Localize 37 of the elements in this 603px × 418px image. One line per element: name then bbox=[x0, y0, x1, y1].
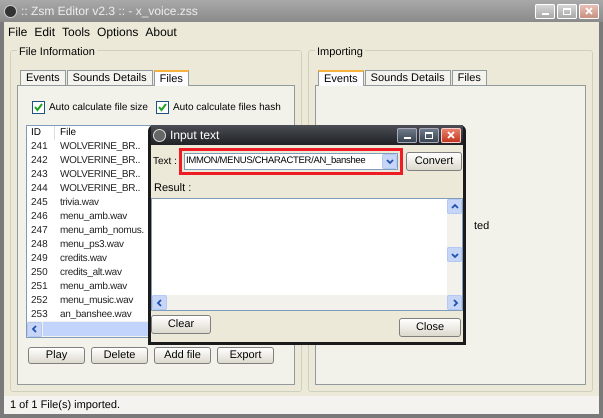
checkbox-label: Auto calculate files hash bbox=[172, 101, 281, 115]
table-cell-text: 246 bbox=[30, 210, 49, 224]
table-cell-text: 245 bbox=[30, 196, 49, 210]
table-cell-text: 241 bbox=[30, 140, 49, 154]
table-cell-text: 250 bbox=[30, 266, 49, 280]
table-cell-text: 251 bbox=[30, 280, 49, 294]
result-label: Result : bbox=[153, 181, 192, 196]
table-cell: WOLVERINE_BR.. bbox=[60, 140, 140, 154]
checkbox-label: Auto calculate file size bbox=[49, 101, 148, 115]
table-cell: credits.wav bbox=[60, 252, 107, 266]
table-cell-text: 253 bbox=[30, 308, 49, 321]
table-cell: menu_amb_nomus. bbox=[60, 224, 144, 238]
table-cell: menu_amb.wav bbox=[60, 280, 127, 294]
table-cell-text: 247 bbox=[30, 224, 49, 238]
table-cell: menu_ps3.wav bbox=[60, 238, 124, 252]
column-header: ID bbox=[27, 126, 55, 140]
dialog-title: Input text bbox=[170, 127, 220, 144]
table-cell: WOLVERINE_BR.. bbox=[60, 168, 140, 182]
table-cell: an_banshee.wav bbox=[60, 308, 132, 321]
group-title: Importing bbox=[315, 44, 365, 60]
table-cell: menu_music.wav bbox=[60, 294, 134, 308]
table-cell: credits_alt.wav bbox=[60, 266, 122, 280]
table-cell: WOLVERINE_BR.. bbox=[60, 154, 140, 168]
table-cell: WOLVERINE_BR.. bbox=[60, 182, 140, 196]
table-cell-text: 243 bbox=[30, 168, 49, 182]
table-cell: menu_amb.wav bbox=[60, 210, 127, 224]
table-cell-text: 249 bbox=[30, 252, 49, 266]
column-header: File bbox=[59, 126, 76, 140]
table-cell: trivia.wav bbox=[60, 196, 99, 210]
table-cell-text: 244 bbox=[30, 182, 49, 196]
table-cell-text: 248 bbox=[30, 238, 49, 252]
partial-text: ted bbox=[474, 220, 490, 232]
table-cell-text: 252 bbox=[30, 294, 49, 308]
window-title: :: Zsm Editor v2.3 :: - x_voice.zss bbox=[21, 3, 199, 20]
status-text: 1 of 1 File(s) imported. bbox=[10, 398, 120, 413]
table-cell-text: 242 bbox=[30, 154, 49, 168]
text-label: Text : bbox=[153, 154, 178, 168]
